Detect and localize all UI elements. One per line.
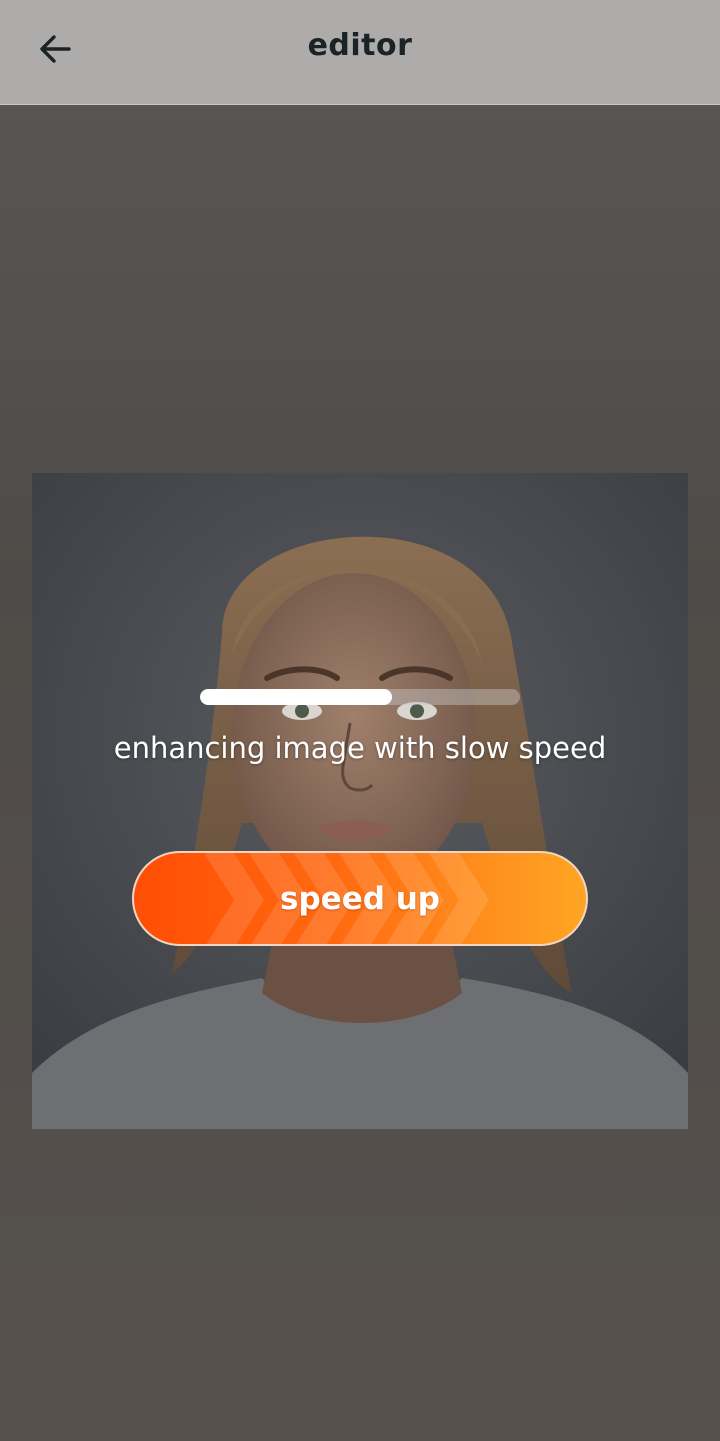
speed-up-button[interactable]: speed up	[132, 851, 588, 946]
speed-up-label: speed up	[280, 880, 440, 917]
editor-screen: editor enhancing image with slow speed s…	[0, 0, 720, 1441]
enhance-status-text: enhancing image with slow speed	[113, 731, 607, 765]
page-title: editor	[307, 28, 413, 63]
top-app-bar: editor	[0, 0, 720, 105]
enhance-progress-fill	[200, 689, 392, 705]
portrait-photo	[32, 473, 688, 1129]
enhance-progress-bar	[200, 689, 520, 705]
